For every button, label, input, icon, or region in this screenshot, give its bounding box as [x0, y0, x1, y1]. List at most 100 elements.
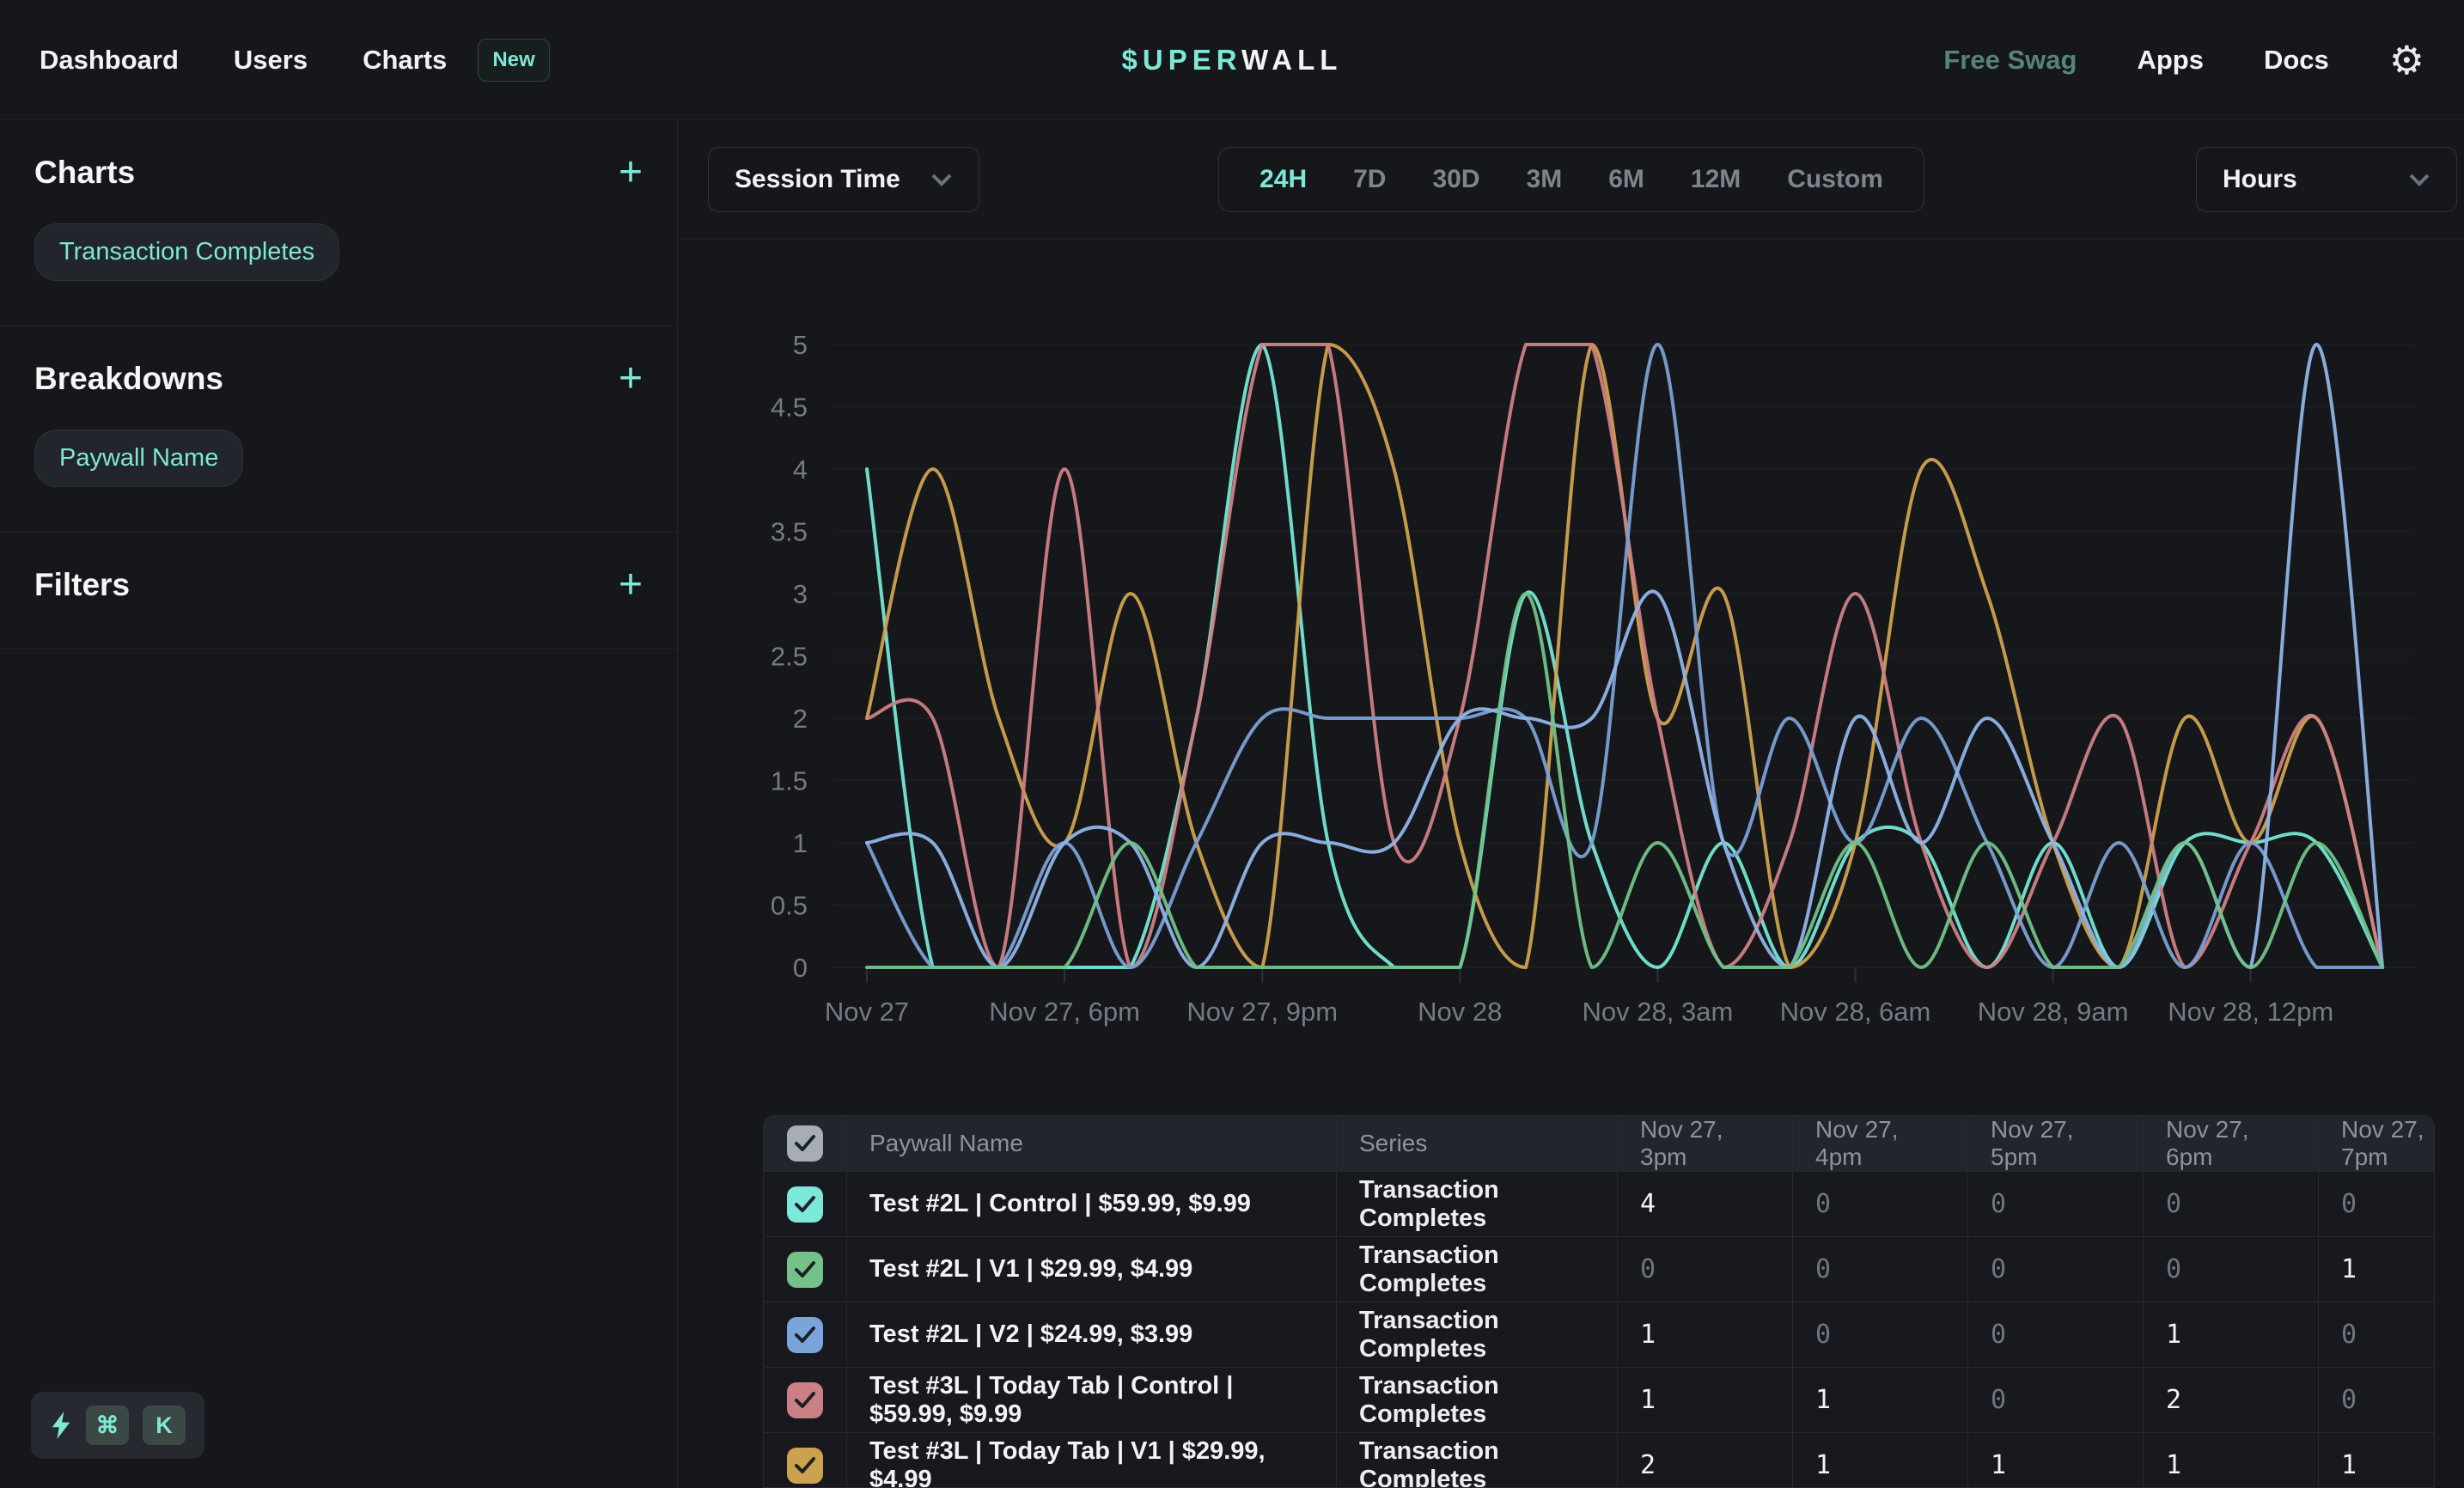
table-row: Test #2L | V1 | $29.99, $4.99Transaction…: [764, 1236, 2435, 1302]
checkmark-icon: [794, 1391, 816, 1410]
sidebar: Charts + Transaction Completes Breakdown…: [0, 120, 678, 1488]
range-tab-3m[interactable]: 3M: [1503, 165, 1586, 194]
table-row: Test #2L | Control | $59.99, $9.99Transa…: [764, 1171, 2435, 1236]
table-row: Test #3L | Today Tab | V1 | $29.99, $4.9…: [764, 1432, 2435, 1488]
y-axis-label: 1: [793, 828, 808, 858]
series-cell: Transaction Completes: [1337, 1302, 1618, 1367]
sidebar-section-breakdowns: Breakdowns + Paywall Name: [0, 326, 677, 533]
command-palette-shortcut[interactable]: ⌘ K: [31, 1392, 204, 1459]
range-tab-30d[interactable]: 30D: [1409, 165, 1503, 194]
nav-item-docs[interactable]: Docs: [2264, 45, 2329, 76]
range-tab-12m[interactable]: 12M: [1668, 165, 1764, 194]
select-all-checkbox[interactable]: [787, 1125, 823, 1162]
series-cell: Transaction Completes: [1337, 1368, 1618, 1432]
paywall-name-cell: Test #2L | Control | $59.99, $9.99: [847, 1172, 1337, 1236]
value-cell: 1: [2319, 1237, 2435, 1302]
section-title: Charts: [34, 155, 135, 191]
value-cell: 0: [1968, 1368, 2144, 1432]
series-cell: Transaction Completes: [1337, 1433, 1618, 1488]
y-axis-label: 2: [793, 704, 808, 734]
value-cell: 1: [2144, 1433, 2319, 1488]
select-all-cell: [764, 1116, 847, 1171]
add-breakdowns-button[interactable]: +: [619, 363, 643, 394]
row-checkbox[interactable]: [787, 1186, 823, 1223]
y-axis-label: 0.5: [771, 891, 808, 921]
x-axis-label: Nov 27, 6pm: [989, 997, 1140, 1027]
k-keycap: K: [143, 1406, 186, 1445]
nav-right-group: Free Swag Apps Docs ⚙: [1943, 40, 2424, 80]
charts-new-badge: New: [478, 39, 549, 82]
table-row: Test #2L | V2 | $24.99, $3.99Transaction…: [764, 1302, 2435, 1367]
checkbox-cell: [764, 1237, 847, 1302]
value-cell: 4: [1618, 1172, 1793, 1236]
x-axis-label: Nov 27: [825, 997, 909, 1027]
paywall-name-cell: Test #2L | V1 | $29.99, $4.99: [847, 1237, 1337, 1302]
breakdown-table: Paywall NameSeriesNov 27, 3pmNov 27, 4pm…: [763, 1115, 2435, 1488]
chip-paywall-name[interactable]: Paywall Name: [34, 430, 243, 487]
y-axis-label: 4.5: [771, 393, 808, 423]
row-checkbox[interactable]: [787, 1252, 823, 1288]
range-tab-6m[interactable]: 6M: [1585, 165, 1668, 194]
y-axis-label: 5: [793, 330, 808, 360]
y-axis-label: 2.5: [771, 642, 808, 672]
unit-select[interactable]: Hours: [2196, 147, 2457, 212]
checkbox-cell: [764, 1302, 847, 1367]
y-axis-label: 3: [793, 579, 808, 609]
paywall-name-cell: Test #3L | Today Tab | V1 | $29.99, $4.9…: [847, 1433, 1337, 1488]
nav-item-apps[interactable]: Apps: [2137, 45, 2204, 76]
x-axis-label: Nov 28, 12pm: [2168, 997, 2333, 1027]
value-cell: 0: [1793, 1172, 1968, 1236]
series-cell: Transaction Completes: [1337, 1237, 1618, 1302]
top-nav: Dashboard Users Charts New $UPERWALL Fre…: [0, 0, 2464, 120]
sidebar-section-filters: Filters +: [0, 533, 677, 649]
value-cell: 0: [1793, 1302, 1968, 1367]
table-header-row: Paywall NameSeriesNov 27, 3pmNov 27, 4pm…: [764, 1116, 2435, 1171]
range-tab-24h[interactable]: 24H: [1236, 165, 1330, 194]
section-title: Filters: [34, 567, 130, 603]
logo-accent-text: $UPER: [1122, 44, 1241, 76]
add-filters-button[interactable]: +: [619, 570, 643, 601]
value-cell: 0: [1968, 1237, 2144, 1302]
line-chart: 0 0.5 1 1.5 2 2.5 3 3.5 4 4.5 5 Nov 27 Nov 27, 6pm No…: [679, 258, 2464, 1040]
y-axis-label: 1.5: [771, 766, 808, 796]
chevron-down-icon: [2408, 173, 2430, 186]
row-checkbox[interactable]: [787, 1317, 823, 1353]
series-cell: Transaction Completes: [1337, 1172, 1618, 1236]
col-header-hour: Nov 27, 5pm: [1968, 1116, 2144, 1171]
x-axis-label: Nov 28, 6am: [1780, 997, 1931, 1027]
y-axis-label: 3.5: [771, 517, 808, 547]
value-cell: 0: [2144, 1237, 2319, 1302]
nav-item-free-swag[interactable]: Free Swag: [1943, 45, 2077, 76]
nav-item-users[interactable]: Users: [234, 45, 308, 76]
col-header-hour: Nov 27, 3pm: [1618, 1116, 1793, 1171]
value-cell: 0: [1968, 1172, 2144, 1236]
lightning-bolt-icon: [50, 1412, 72, 1439]
value-cell: 0: [2319, 1302, 2435, 1367]
nav-item-charts[interactable]: Charts: [363, 45, 447, 76]
y-axis-label: 0: [793, 953, 808, 983]
metric-select[interactable]: Session Time: [708, 147, 979, 212]
row-checkbox[interactable]: [787, 1382, 823, 1418]
settings-gear-icon[interactable]: ⚙: [2389, 40, 2424, 80]
value-cell: 0: [2319, 1172, 2435, 1236]
paywall-name-cell: Test #2L | V2 | $24.99, $3.99: [847, 1302, 1337, 1367]
add-charts-button[interactable]: +: [619, 157, 643, 188]
logo-rest-text: WALL: [1241, 44, 1342, 76]
y-axis-label: 4: [793, 454, 808, 485]
section-title: Breakdowns: [34, 361, 223, 397]
nav-item-dashboard[interactable]: Dashboard: [40, 45, 179, 76]
sidebar-section-charts: Charts + Transaction Completes: [0, 120, 677, 326]
x-axis-label: Nov 27, 9pm: [1186, 997, 1338, 1027]
row-checkbox[interactable]: [787, 1448, 823, 1484]
col-header-series: Series: [1337, 1116, 1618, 1171]
checkmark-icon: [794, 1195, 816, 1214]
checkmark-icon: [794, 1134, 816, 1153]
value-cell: 0: [2144, 1172, 2319, 1236]
range-tab-7d[interactable]: 7D: [1330, 165, 1409, 194]
paywall-name-cell: Test #3L | Today Tab | Control | $59.99,…: [847, 1368, 1337, 1432]
value-cell: 0: [1793, 1237, 1968, 1302]
col-header-paywall-name: Paywall Name: [847, 1116, 1337, 1171]
range-tab-custom[interactable]: Custom: [1764, 165, 1906, 194]
checkbox-cell: [764, 1433, 847, 1488]
chip-transaction-completes[interactable]: Transaction Completes: [34, 223, 339, 281]
